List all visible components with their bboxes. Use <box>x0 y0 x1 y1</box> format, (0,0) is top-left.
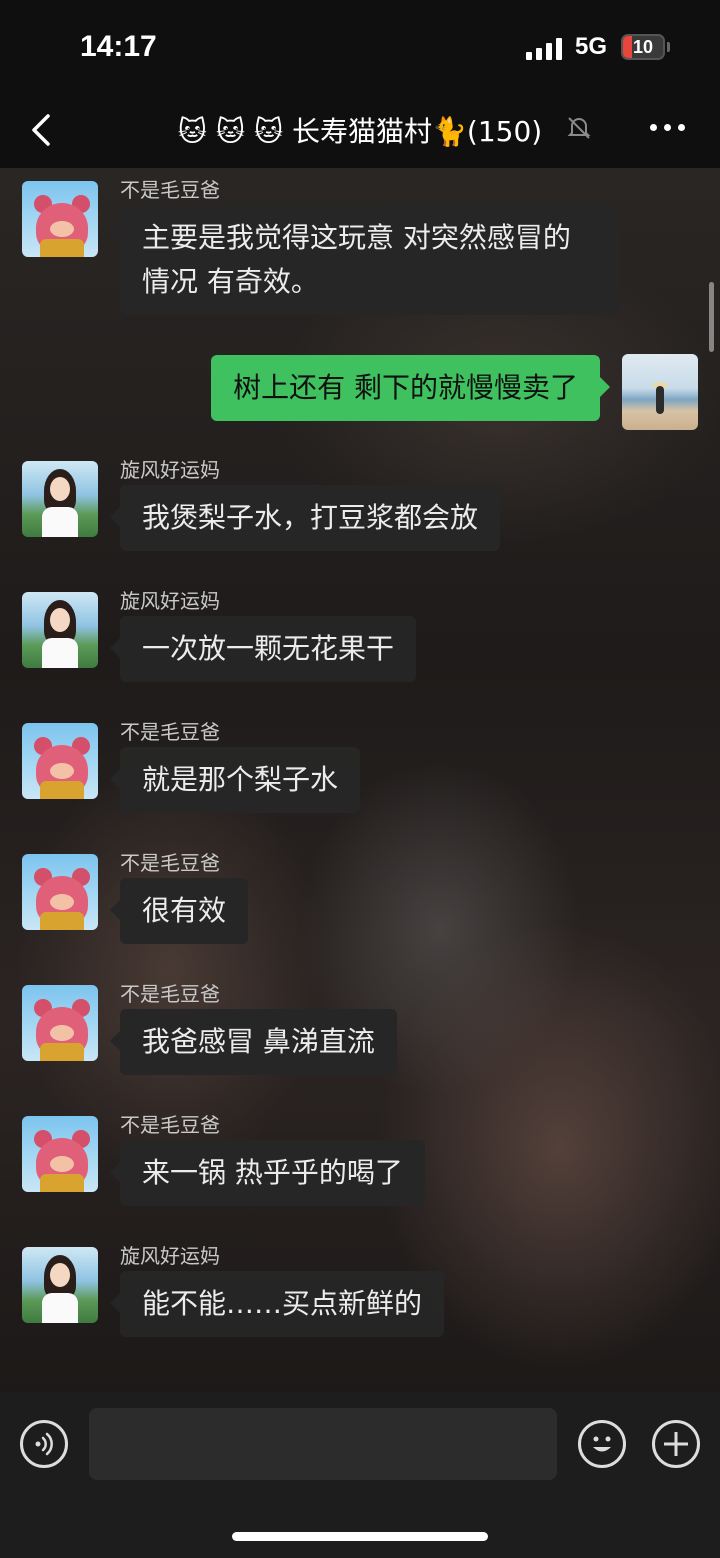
sender-name: 不是毛豆爸 <box>120 982 220 1006</box>
sender-name: 旋风好运妈 <box>120 458 220 482</box>
avatar[interactable] <box>22 1247 98 1323</box>
sender-name: 不是毛豆爸 <box>120 851 220 875</box>
smiley-icon <box>593 1436 611 1452</box>
message-bubble[interactable]: 就是那个梨子水 <box>109 747 361 813</box>
more-actions-button[interactable] <box>652 1420 700 1468</box>
avatar[interactable] <box>22 461 98 537</box>
message-bubble[interactable]: 很有效 <box>109 878 249 944</box>
home-indicator[interactable] <box>232 1532 488 1541</box>
message-bubble[interactable]: 主要是我觉得这玩意 对突然感冒的情况 有奇效。 <box>110 205 620 315</box>
avatar[interactable] <box>22 592 98 668</box>
sender-name: 旋风好运妈 <box>120 589 220 613</box>
message-bubble[interactable]: 我煲梨子水，打豆浆都会放 <box>109 485 501 551</box>
sender-name: 不是毛豆爸 <box>120 178 220 202</box>
status-time: 14:17 <box>80 30 157 63</box>
avatar[interactable] <box>22 854 98 930</box>
battery-level: 10 <box>632 37 654 57</box>
back-arrow-icon[interactable] <box>28 110 58 150</box>
message-bubble-outgoing[interactable]: 树上还有 剩下的就慢慢卖了 <box>211 355 610 421</box>
more-options-icon[interactable] <box>648 122 688 134</box>
battery-tip <box>667 42 670 52</box>
sender-name: 不是毛豆爸 <box>120 1113 220 1137</box>
avatar[interactable] <box>22 985 98 1061</box>
avatar[interactable] <box>22 181 98 257</box>
network-type: 5G <box>575 33 608 60</box>
my-avatar[interactable] <box>622 354 698 430</box>
mute-bell-icon <box>567 117 591 139</box>
emoji-button[interactable] <box>578 1420 626 1468</box>
message-bubble[interactable]: 能不能……买点新鲜的 <box>109 1271 445 1337</box>
scrollbar[interactable] <box>709 282 714 352</box>
status-bar: 14:17 5G 10 <box>0 0 720 96</box>
battery-icon: 10 <box>621 34 665 60</box>
voice-input-button[interactable] <box>20 1420 68 1468</box>
chat-header: 🐱 🐱 🐱 长寿猫猫村🐈(150) <box>0 96 720 168</box>
chat-title[interactable]: 🐱 🐱 🐱 长寿猫猫村🐈(150) <box>100 110 620 150</box>
message-bubble[interactable]: 来一锅 热乎乎的喝了 <box>110 1140 425 1206</box>
signal-icon <box>526 38 564 60</box>
avatar[interactable] <box>22 1116 98 1192</box>
message-bubble[interactable]: 一次放一颗无花果干 <box>109 616 417 682</box>
plus-icon <box>664 1432 688 1456</box>
voice-icon <box>35 1432 53 1456</box>
avatar[interactable] <box>22 723 98 799</box>
message-input[interactable] <box>89 1408 557 1480</box>
sender-name: 旋风好运妈 <box>120 1244 220 1268</box>
message-list[interactable]: 不是毛豆爸 主要是我觉得这玩意 对突然感冒的情况 有奇效。 树上还有 剩下的就慢… <box>0 168 720 1392</box>
message-bubble[interactable]: 我爸感冒 鼻涕直流 <box>110 1009 397 1075</box>
sender-name: 不是毛豆爸 <box>120 720 220 744</box>
